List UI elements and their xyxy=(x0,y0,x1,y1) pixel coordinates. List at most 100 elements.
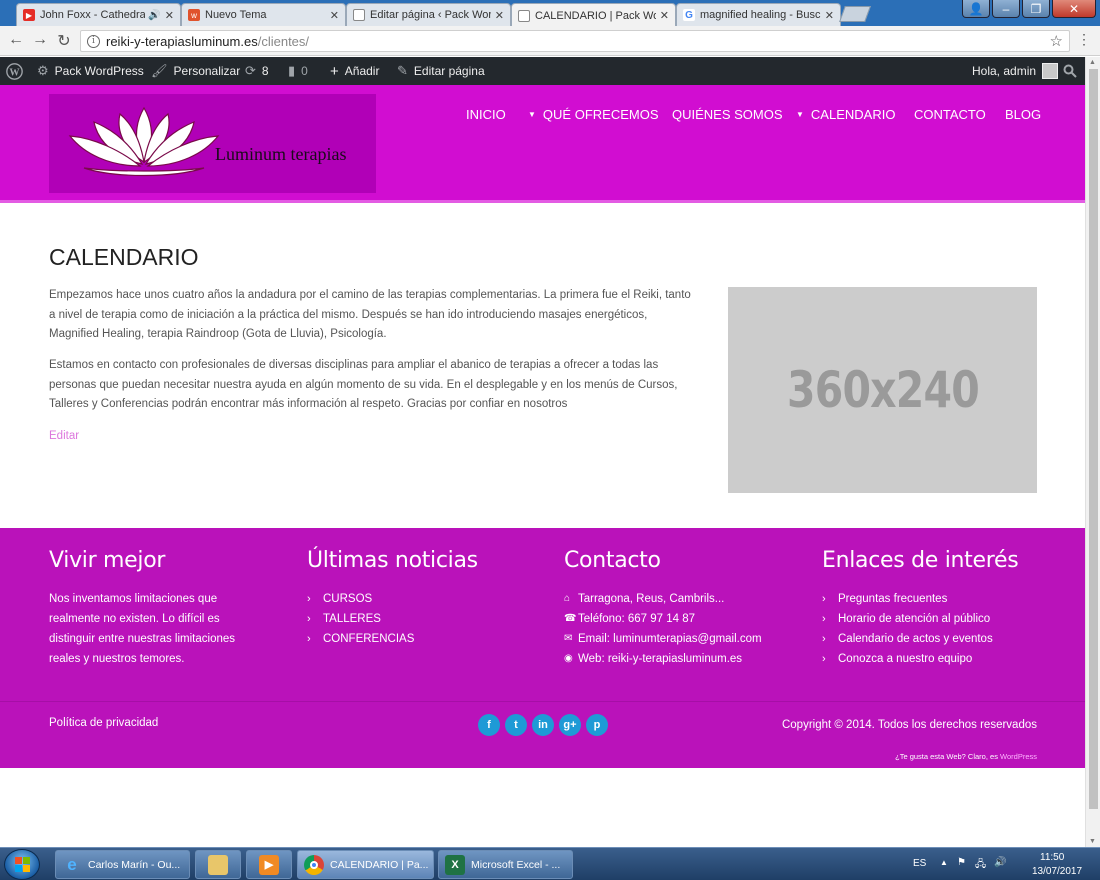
nav-item-blog[interactable]: BLOG xyxy=(1005,107,1041,122)
dashboard-icon: ⚙ xyxy=(37,63,49,78)
customize-link[interactable]: 🖌 Personalizar xyxy=(151,57,240,85)
link-horario[interactable]: › Horario de atención al público xyxy=(822,609,1062,629)
google-plus-icon[interactable]: g+ xyxy=(559,714,581,736)
browser-tab[interactable]: Editar página ‹ Pack Wor ✕ xyxy=(346,3,511,26)
action-center-icon[interactable]: ⚑ xyxy=(957,857,966,868)
nav-label: INICIO xyxy=(466,107,506,122)
minimize-button[interactable]: – xyxy=(992,0,1020,18)
browser-menu-icon[interactable]: ⋮ xyxy=(1077,31,1091,48)
close-tab-icon[interactable]: ✕ xyxy=(825,9,834,22)
taskbar-item-explorer[interactable] xyxy=(195,850,241,879)
taskbar-item-media-player[interactable]: ▶ xyxy=(246,850,292,879)
show-hidden-icons-icon[interactable]: ▲ xyxy=(940,858,948,867)
clock-time[interactable]: 11:50 xyxy=(1040,852,1064,863)
caret-down-icon: ▼ xyxy=(528,110,536,119)
nav-item-contacto[interactable]: CONTACTO xyxy=(914,107,986,122)
copyright-text: Copyright © 2014. Todos los derechos res… xyxy=(781,719,1037,731)
taskbar-item-outlook[interactable]: e Carlos Marín - Ou... xyxy=(55,850,190,879)
edit-page-label: Editar página xyxy=(413,64,485,78)
nav-item-calendario[interactable]: ▼ CALENDARIO xyxy=(796,107,895,122)
caret-down-icon: ▼ xyxy=(796,110,804,119)
link-label: Horario de atención al público xyxy=(838,613,991,625)
add-new-link[interactable]: + Añadir xyxy=(330,57,379,85)
clock-date[interactable]: 13/07/2017 xyxy=(1032,866,1082,877)
maximize-button[interactable]: ❐ xyxy=(1022,0,1050,18)
comments-link[interactable]: ▮ 0 xyxy=(288,57,308,85)
nav-item-quienes-somos[interactable]: QUIÉNES SOMOS xyxy=(672,107,783,122)
user-icon[interactable]: 👤 xyxy=(962,0,990,18)
link-calendario[interactable]: › Calendario de actos y eventos xyxy=(822,629,1062,649)
contact-email[interactable]: ✉ Email: luminumterapias@gmail.com xyxy=(564,629,804,649)
browser-tab-active[interactable]: CALENDARIO | Pack Wor ✕ xyxy=(511,3,676,27)
wp-admin-bar: W ⚙ Pack WordPress 🖌 Personalizar ⟳ 8 ▮ … xyxy=(0,57,1085,85)
info-icon[interactable]: i xyxy=(87,34,100,48)
comments-count: 0 xyxy=(301,64,308,78)
browser-tab[interactable]: w Nuevo Tema ✕ xyxy=(181,3,346,26)
taskbar-item-chrome[interactable]: CALENDARIO | Pa... xyxy=(297,850,434,879)
ie-icon: e xyxy=(67,854,77,874)
nav-item-inicio[interactable]: INICIO xyxy=(466,107,506,122)
windows-logo-icon xyxy=(14,857,30,872)
pinterest-icon[interactable]: p xyxy=(586,714,608,736)
network-icon[interactable]: 🖧 xyxy=(975,857,986,874)
footer-column-enlaces: Enlaces de interés › Preguntas frecuentes… xyxy=(822,548,1062,669)
speaker-icon[interactable]: 🔊 xyxy=(148,10,160,21)
link-equipo[interactable]: › Conozca a nuestro equipo xyxy=(822,649,1062,669)
scrollbar-thumb[interactable] xyxy=(1089,69,1098,809)
tab-title: Editar página ‹ Pack Wor xyxy=(370,9,491,21)
linkedin-icon[interactable]: in xyxy=(532,714,554,736)
news-link-talleres[interactable]: › TALLERES xyxy=(307,609,547,629)
nav-label: BLOG xyxy=(1005,107,1042,122)
search-icon[interactable] xyxy=(1063,57,1077,85)
news-link-cursos[interactable]: › CURSOS xyxy=(307,589,547,609)
wordpress-link[interactable]: WordPress xyxy=(1000,752,1037,761)
privacy-link[interactable]: Política de privacidad xyxy=(49,717,158,729)
close-tab-icon[interactable]: ✕ xyxy=(330,9,339,22)
svg-text:W: W xyxy=(9,67,20,78)
taskbar-item-excel[interactable]: X Microsoft Excel - ... xyxy=(438,850,573,879)
volume-icon[interactable]: 🔊 xyxy=(994,857,1006,868)
close-window-button[interactable]: ✕ xyxy=(1052,0,1096,18)
youtube-icon: ▶ xyxy=(23,9,35,21)
close-tab-icon[interactable]: ✕ xyxy=(495,9,504,22)
start-button[interactable] xyxy=(4,849,40,880)
new-tab-button[interactable] xyxy=(839,6,871,22)
link-label: Conozca a nuestro equipo xyxy=(838,653,973,665)
body-paragraph: Estamos en contacto con profesionales de… xyxy=(49,359,678,410)
reload-button[interactable]: ↻ xyxy=(54,31,74,51)
nav-item-que-ofrecemos[interactable]: ▼ QUÉ OFRECEMOS xyxy=(528,107,659,122)
contact-web[interactable]: ◉ Web: reiki-y-terapiasluminum.es xyxy=(564,649,804,669)
page-scrollbar[interactable]: ▲ ▼ xyxy=(1085,57,1100,847)
chrome-icon xyxy=(304,854,324,875)
system-tray: ES ▲ ⚑ 🖧 🔊 11:50 13/07/2017 xyxy=(900,848,1100,880)
window-controls: 👤 – ❐ ✕ xyxy=(960,0,1096,18)
close-tab-icon[interactable]: ✕ xyxy=(660,9,669,22)
tab-title: Nuevo Tema xyxy=(205,9,267,21)
bookmark-star-icon[interactable]: ☆ xyxy=(1050,32,1063,50)
back-button[interactable]: ← xyxy=(6,31,26,49)
address-bar-input[interactable]: i reiki-y-terapiasluminum.es/clientes/ ☆ xyxy=(80,30,1070,52)
edit-link[interactable]: Editar xyxy=(49,430,79,442)
browser-tab[interactable]: G magnified healing - Busc ✕ xyxy=(676,3,841,26)
facebook-icon[interactable]: f xyxy=(478,714,500,736)
page-icon xyxy=(518,9,530,22)
wordpress-logo-icon[interactable]: W xyxy=(6,57,23,85)
site-logo[interactable]: Luminum terapias xyxy=(49,94,376,193)
link-preguntas-frecuentes[interactable]: › Preguntas frecuentes xyxy=(822,589,1062,609)
site-footer: Vivir mejor Nos inventamos limitaciones … xyxy=(0,528,1085,768)
edit-page-link[interactable]: ✎ Editar página xyxy=(397,57,485,85)
add-new-label: Añadir xyxy=(344,64,380,78)
news-link-conferencias[interactable]: › CONFERENCIAS xyxy=(307,629,547,649)
close-tab-icon[interactable]: ✕ xyxy=(165,9,174,22)
site-name-link[interactable]: ⚙ Pack WordPress xyxy=(37,57,144,85)
twitter-icon[interactable]: t xyxy=(505,714,527,736)
my-account-link[interactable]: Hola, admin xyxy=(972,57,1059,85)
browser-tab-strip: ▶ John Foxx - Cathedral 🔊 ✕ w Nuevo Tema… xyxy=(0,0,1100,27)
forward-button[interactable]: → xyxy=(30,31,50,49)
chevron-right-icon: › xyxy=(307,613,311,625)
scroll-down-arrow-icon[interactable]: ▼ xyxy=(1089,838,1096,845)
browser-tab[interactable]: ▶ John Foxx - Cathedral 🔊 ✕ xyxy=(16,3,181,26)
language-indicator[interactable]: ES xyxy=(913,858,926,869)
scroll-up-arrow-icon[interactable]: ▲ xyxy=(1089,59,1096,66)
updates-link[interactable]: ⟳ 8 xyxy=(245,57,269,85)
